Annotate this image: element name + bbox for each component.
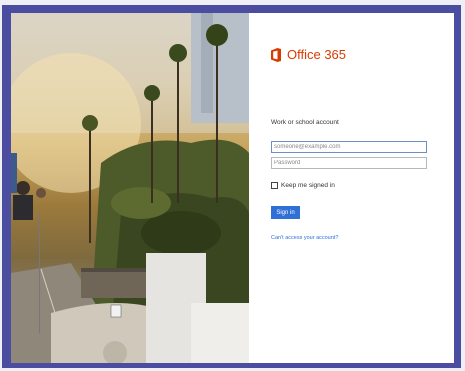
keep-signed-in-checkbox[interactable]	[271, 182, 278, 189]
cant-access-link[interactable]: Can't access your account?	[271, 235, 338, 241]
palm-street-illustration	[11, 13, 249, 363]
brand-logo: Office 365	[271, 47, 346, 62]
sign-in-button[interactable]: Sign in	[271, 206, 300, 219]
sign-in-panel: Office 365 Work or school account Keep m…	[249, 13, 454, 363]
account-heading: Work or school account	[271, 119, 339, 126]
keep-signed-in[interactable]: Keep me signed in	[271, 182, 335, 189]
password-input[interactable]	[271, 157, 427, 169]
keep-signed-in-label[interactable]: Keep me signed in	[281, 182, 335, 189]
office-logo-icon	[271, 47, 281, 62]
brand-name: Office 365	[287, 47, 347, 62]
email-input[interactable]	[271, 141, 427, 153]
background-photo	[11, 13, 249, 363]
